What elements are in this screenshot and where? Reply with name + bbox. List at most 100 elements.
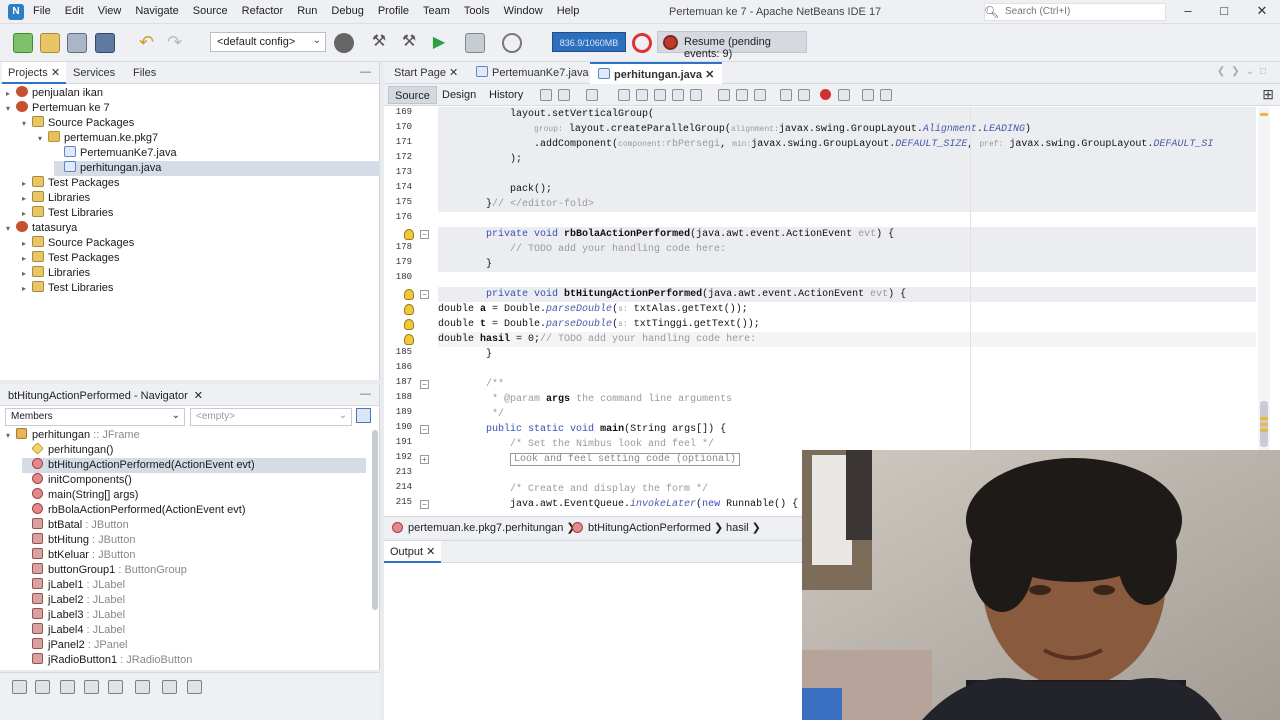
warning-stripe-mark[interactable]: [1260, 423, 1268, 426]
navigator-options-icon[interactable]: [356, 408, 371, 423]
code-line[interactable]: pack();: [438, 182, 1256, 197]
fields-icon[interactable]: [35, 680, 50, 694]
undo-button[interactable]: ↶: [139, 33, 159, 53]
menu-tools[interactable]: Tools: [464, 5, 490, 17]
navigator-member[interactable]: jLabel1 : JLabel: [22, 578, 366, 593]
lightbulb-hint-icon[interactable]: [404, 334, 414, 345]
menu-window[interactable]: Window: [504, 5, 543, 17]
minimize-icon[interactable]: —: [360, 388, 371, 400]
code-line[interactable]: public static void main(String args[]) {: [438, 422, 1256, 437]
code-line[interactable]: [438, 212, 1256, 227]
navigator-member[interactable]: buttonGroup1 : ButtonGroup: [22, 563, 366, 578]
sort-icon[interactable]: [135, 680, 150, 694]
sort-source-icon[interactable]: [187, 680, 202, 694]
expand-toggle-icon[interactable]: ▸: [22, 176, 32, 191]
tab-output[interactable]: Output ✕: [384, 541, 442, 563]
forward-icon[interactable]: [586, 89, 598, 101]
code-line[interactable]: * @param args the command line arguments: [438, 392, 1256, 407]
bookmark-icon[interactable]: [754, 89, 766, 101]
expand-toggle-icon[interactable]: ▾: [6, 221, 16, 236]
tree-item[interactable]: ▸ Test Libraries: [22, 206, 380, 221]
expand-toggle-icon[interactable]: ▾: [38, 131, 48, 146]
find-next-icon[interactable]: [654, 89, 666, 101]
breadcrumb-class[interactable]: pertemuan.ke.pkg7.perhitungan ❯: [392, 521, 576, 534]
tab-files[interactable]: Files: [127, 62, 162, 84]
code-line[interactable]: [438, 272, 1256, 287]
navigator-member[interactable]: btKeluar : JButton: [22, 548, 366, 563]
collapse-fold-icon[interactable]: −: [420, 500, 429, 509]
tree-item[interactable]: ▸ penjualan ikan: [6, 86, 380, 101]
lock-icon[interactable]: [84, 680, 99, 694]
redo-button[interactable]: ↷: [167, 33, 187, 53]
code-line[interactable]: .addComponent(component:rbPersegi, min:j…: [438, 137, 1256, 152]
close-icon[interactable]: ✕: [705, 69, 714, 81]
code-line[interactable]: group: layout.createParallelGroup(alignm…: [438, 122, 1256, 137]
config-select[interactable]: <default config> ⌄: [210, 32, 326, 52]
menu-refactor[interactable]: Refactor: [242, 5, 284, 17]
code-line[interactable]: );: [438, 152, 1256, 167]
sort-alpha-icon[interactable]: [162, 680, 177, 694]
code-line[interactable]: double a = Double.parseDouble(s: txtAlas…: [438, 302, 1256, 317]
code-line[interactable]: /**: [438, 377, 1256, 392]
tree-item[interactable]: ▸ Test Packages: [22, 251, 380, 266]
tab-navigation-icons[interactable]: ❮❯⌄□: [1217, 66, 1272, 77]
search-box[interactable]: 🔍︎: [984, 3, 1166, 21]
navigator-member[interactable]: perhitungan(): [22, 442, 366, 458]
clean-build-button[interactable]: ⚒: [399, 33, 419, 53]
code-line[interactable]: [438, 362, 1256, 377]
menu-profile[interactable]: Profile: [378, 5, 409, 17]
navigator-scrollbar[interactable]: [372, 430, 378, 610]
find-icon[interactable]: [618, 89, 630, 101]
menu-debug[interactable]: Debug: [331, 5, 363, 17]
navigator-member[interactable]: btHitungActionPerformed(ActionEvent evt): [22, 458, 366, 473]
menu-navigate[interactable]: Navigate: [135, 5, 178, 17]
tree-item[interactable]: perhitungan.java: [54, 161, 380, 176]
stop-macro-icon[interactable]: [838, 89, 850, 101]
tree-item[interactable]: ▸ Test Packages: [22, 176, 380, 191]
expand-toggle-icon[interactable]: ▸: [22, 251, 32, 266]
tab-services[interactable]: Services: [67, 62, 121, 84]
expand-toggle-icon[interactable]: ▾: [6, 101, 16, 116]
error-stripe-mark[interactable]: [1260, 113, 1268, 116]
collapse-fold-icon[interactable]: −: [420, 290, 429, 299]
tree-item[interactable]: ▾ Pertemuan ke 7: [6, 101, 380, 116]
gc-icon[interactable]: [632, 33, 652, 53]
split-editor-icon[interactable]: ⊞: [1262, 86, 1274, 103]
prev-bookmark-icon[interactable]: [718, 89, 730, 101]
expand-fold-icon[interactable]: +: [420, 455, 429, 464]
menu-file[interactable]: File: [33, 5, 51, 17]
expand-toggle-icon[interactable]: ▾: [6, 428, 16, 443]
expand-toggle-icon[interactable]: ▸: [22, 236, 32, 251]
new-project-button[interactable]: [40, 33, 60, 53]
tree-item[interactable]: ▾ pertemuan.ke.pkg7: [38, 131, 380, 146]
menu-view[interactable]: View: [98, 5, 122, 17]
tree-item[interactable]: ▸ Source Packages: [22, 236, 380, 251]
code-line[interactable]: }// </editor-fold>: [438, 197, 1256, 212]
code-line[interactable]: private void btHitungActionPerformed(jav…: [438, 287, 1256, 302]
tree-item[interactable]: ▾ Source Packages: [22, 116, 380, 131]
collapse-fold-icon[interactable]: −: [420, 380, 429, 389]
lightbulb-hint-icon[interactable]: [404, 319, 414, 330]
breadcrumb-method[interactable]: btHitungActionPerformed ❯: [572, 521, 723, 534]
inherited-icon[interactable]: [108, 680, 123, 694]
search-input[interactable]: [1005, 6, 1155, 17]
tab-projects[interactable]: Projects ✕: [2, 62, 67, 84]
code-line[interactable]: double hasil = 0;// TODO add your handli…: [438, 332, 1256, 347]
lightbulb-hint-icon[interactable]: [404, 304, 414, 315]
new-file-button[interactable]: [13, 33, 33, 53]
navigator-member[interactable]: jRadioButton1 : JRadioButton: [22, 653, 366, 668]
collapse-fold-icon[interactable]: −: [420, 425, 429, 434]
navigator-member[interactable]: jLabel2 : JLabel: [22, 593, 366, 608]
shift-left-icon[interactable]: [780, 89, 792, 101]
maximize-window-button[interactable]: □: [1212, 3, 1236, 21]
warning-stripe-mark[interactable]: [1260, 429, 1268, 432]
tree-item[interactable]: ▸ Libraries: [22, 266, 380, 281]
uncomment-icon[interactable]: [880, 89, 892, 101]
open-project-button[interactable]: [67, 33, 87, 53]
navigator-member[interactable]: rbBolaActionPerformed(ActionEvent evt): [22, 503, 366, 518]
menu-edit[interactable]: Edit: [65, 5, 84, 17]
tree-item[interactable]: PertemuanKe7.java: [54, 146, 380, 161]
expand-toggle-icon[interactable]: ▸: [22, 191, 32, 206]
navigator-member[interactable]: ▾ perhitungan :: JFrame: [6, 428, 366, 443]
expand-toggle-icon[interactable]: ▸: [6, 86, 16, 101]
